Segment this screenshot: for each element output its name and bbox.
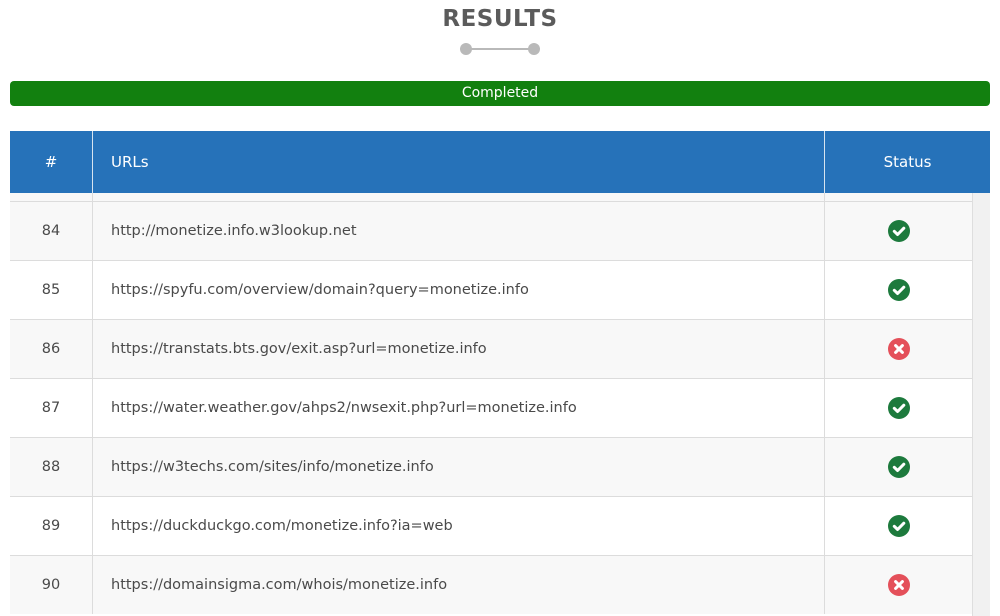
column-header-urls: URLs [93, 131, 825, 193]
table-row: 85 https://spyfu.com/overview/domain?quer… [10, 260, 973, 319]
row-status [825, 261, 973, 319]
row-url: https://transtats.bts.gov/exit.asp?url=m… [93, 320, 825, 378]
row-number: 85 [10, 261, 93, 319]
row-url: https://duckduckgo.com/monetize.info?ia=… [93, 497, 825, 555]
table-row: 88 https://w3techs.com/sites/info/monetiz… [10, 437, 973, 496]
table-row: 89 https://duckduckgo.com/monetize.info?i… [10, 496, 973, 555]
row-status [825, 556, 973, 614]
row-number: 90 [10, 556, 93, 614]
row-number: 86 [10, 320, 93, 378]
check-circle-icon [887, 456, 910, 478]
row-number: 89 [10, 497, 93, 555]
table-body: 84 http://monetize.info.w3lookup.net 85 htt… [10, 201, 973, 614]
row-url: https://domainsigma.com/whois/monetize.i… [93, 556, 825, 614]
check-circle-icon [887, 397, 910, 419]
table-row: 86 https://transtats.bts.gov/exit.asp?url… [10, 319, 973, 378]
row-number: 87 [10, 379, 93, 437]
progress-label: Completed [461, 85, 539, 101]
row-url: https://spyfu.com/overview/domain?query=… [93, 261, 825, 319]
row-status [825, 320, 973, 378]
partial-row [10, 193, 973, 201]
progress-bar: Completed [10, 81, 990, 106]
table-row: 87 https://water.weather.gov/ahps2/nwsexi… [10, 378, 973, 437]
check-circle-icon [887, 515, 910, 537]
title-divider [458, 42, 542, 56]
column-header-number: # [10, 131, 93, 193]
row-number: 88 [10, 438, 93, 496]
table-row: 84 http://monetize.info.w3lookup.net [10, 201, 973, 260]
page-title: RESULTS [442, 6, 558, 32]
x-circle-icon [887, 574, 910, 596]
table-row: 90 https://domainsigma.com/whois/monetize… [10, 555, 973, 614]
row-status [825, 497, 973, 555]
table-scrollbar[interactable] [972, 193, 990, 616]
row-status [825, 379, 973, 437]
row-number: 84 [10, 202, 93, 260]
row-url: https://water.weather.gov/ahps2/nwsexit.… [93, 379, 825, 437]
row-status [825, 438, 973, 496]
results-table: # URLs Status 84 http://monetize.info.w3l… [10, 131, 990, 616]
check-circle-icon [887, 220, 910, 242]
row-url: http://monetize.info.w3lookup.net [93, 202, 825, 260]
x-circle-icon [887, 338, 910, 360]
row-status [825, 202, 973, 260]
table-header: # URLs Status [10, 131, 990, 193]
column-header-status: Status [883, 153, 932, 171]
check-circle-icon [887, 279, 910, 301]
row-url: https://w3techs.com/sites/info/monetize.… [93, 438, 825, 496]
